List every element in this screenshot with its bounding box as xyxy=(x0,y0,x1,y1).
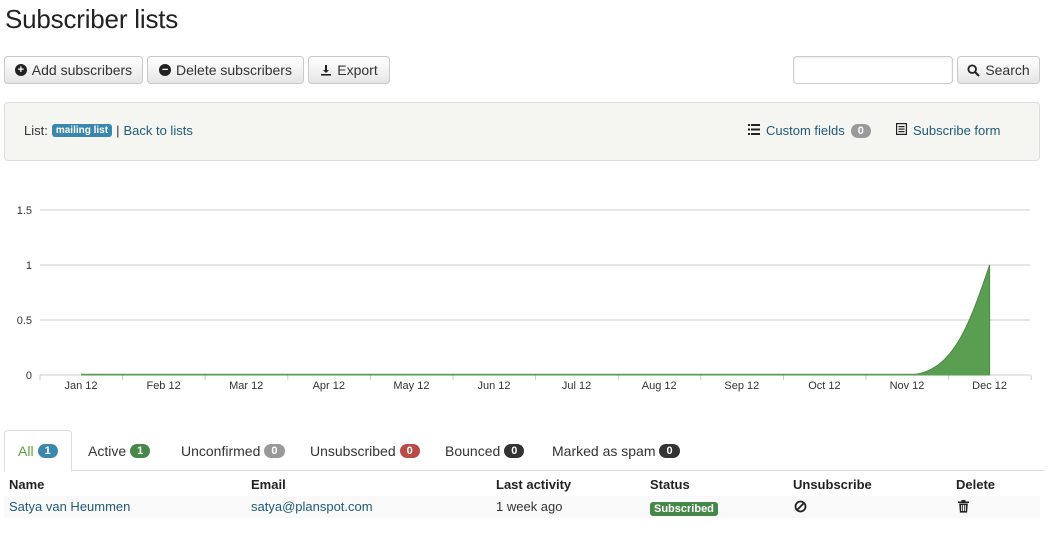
last-activity: 1 week ago xyxy=(496,499,563,514)
header-email: Email xyxy=(251,477,286,492)
tab-label: Bounced xyxy=(445,442,501,459)
tab-count-badge: 0 xyxy=(504,443,525,458)
x-tick-label: Jul 12 xyxy=(562,380,591,392)
header-last-activity: Last activity xyxy=(496,477,572,492)
y-tick-label: 1.5 xyxy=(17,205,32,217)
tab-unconfirmed[interactable]: Unconfirmed 0 xyxy=(168,430,298,471)
custom-fields-label: Custom fields xyxy=(766,123,845,138)
tab-unsubscribed[interactable]: Unsubscribed 0 xyxy=(297,430,433,471)
list-info-panel: List: mailing list | Back to lists Custo… xyxy=(4,102,1040,161)
download-icon xyxy=(320,64,332,76)
header-status: Status xyxy=(650,477,690,492)
x-tick-label: Oct 12 xyxy=(808,380,840,392)
header-delete: Delete xyxy=(956,477,996,492)
x-tick-label: Jun 12 xyxy=(477,380,510,392)
x-tick-label: Jan 12 xyxy=(64,380,97,392)
status-tabs: All 1 Active 1 Unconfirmed 0 Unsubscribed 0 Boun… xyxy=(4,430,1044,472)
header-name: Name xyxy=(9,477,45,492)
plus-circle-icon: + xyxy=(14,64,27,76)
subscriber-table: Name Email Last activity Status Unsubscr… xyxy=(4,474,1040,518)
tab-label: Active xyxy=(88,442,127,459)
tab-count-badge: 1 xyxy=(130,443,151,458)
page-title: Subscriber lists xyxy=(5,4,179,34)
x-tick-label: Nov 12 xyxy=(890,380,925,392)
custom-fields-count: 0 xyxy=(850,123,871,138)
table-row: Satya van Heummen satya@planspot.com 1 w… xyxy=(4,496,1040,518)
subscriber-name-link[interactable]: Satya van Heummen xyxy=(9,499,130,514)
status-badge: Subscribed xyxy=(650,500,718,516)
search-input[interactable] xyxy=(793,56,953,84)
tab-all[interactable]: All 1 xyxy=(4,430,72,472)
status-label: Subscribed xyxy=(650,502,718,516)
x-tick-label: Dec 12 xyxy=(972,380,1007,392)
table-header: Name Email Last activity Status Unsubscr… xyxy=(4,474,1040,496)
header-unsubscribe: Unsubscribe xyxy=(793,477,872,492)
subscribe-form-label: Subscribe form xyxy=(913,123,1001,138)
tab-active[interactable]: Active 1 xyxy=(75,430,163,471)
tab-label: Unconfirmed xyxy=(181,442,261,459)
search-label: Search xyxy=(985,62,1030,78)
add-subscribers-button[interactable]: + Add subscribers xyxy=(4,56,143,84)
tab-count-badge: 0 xyxy=(399,443,420,458)
x-tick-label: Mar 12 xyxy=(229,380,263,392)
add-subscribers-label: Add subscribers xyxy=(31,62,133,78)
y-tick-label: 0 xyxy=(26,370,32,382)
x-tick-label: Aug 12 xyxy=(642,380,677,392)
x-tick-label: Feb 12 xyxy=(146,380,180,392)
delete-subscribers-label: Delete subscribers xyxy=(176,62,292,78)
x-tick-label: May 12 xyxy=(393,380,429,392)
search-button[interactable]: Search xyxy=(957,56,1040,84)
tab-label: Unsubscribed xyxy=(310,442,396,459)
subscribe-form-link[interactable]: Subscribe form xyxy=(896,123,1000,138)
tab-bounced[interactable]: Bounced 0 xyxy=(432,430,537,471)
tab-marked-as-spam[interactable]: Marked as spam 0 xyxy=(539,430,693,471)
list-icon xyxy=(748,123,760,138)
trash-icon[interactable] xyxy=(958,500,969,516)
export-label: Export xyxy=(337,62,378,78)
tab-count-badge: 0 xyxy=(264,443,285,458)
x-tick-label: Apr 12 xyxy=(313,380,345,392)
tab-count-badge: 0 xyxy=(659,443,680,458)
delete-subscribers-button[interactable]: − Delete subscribers xyxy=(147,56,304,84)
list-name-label: mailing list xyxy=(51,124,113,137)
y-tick-label: 1 xyxy=(26,260,32,272)
form-icon xyxy=(896,123,908,138)
search-icon xyxy=(967,63,981,77)
back-to-lists-link[interactable]: Back to lists xyxy=(123,123,192,138)
minus-circle-icon: − xyxy=(159,64,172,76)
list-prefix: List: xyxy=(24,123,48,138)
y-tick-label: 0.5 xyxy=(17,315,32,327)
tab-label: Marked as spam xyxy=(552,442,656,459)
subscriber-chart: 0 0.5 1 1.5 Jan 12 Feb 12 Mar 12 Apr 12 May 12 Ju… xyxy=(17,205,1032,392)
ban-icon[interactable] xyxy=(794,500,807,516)
tab-count-badge: 1 xyxy=(37,444,58,458)
x-tick-label: Sep 12 xyxy=(724,380,759,392)
custom-fields-link[interactable]: Custom fields 0 xyxy=(748,123,871,138)
export-button[interactable]: Export xyxy=(308,56,390,84)
subscriber-email-link[interactable]: satya@planspot.com xyxy=(251,499,373,514)
tab-label: All xyxy=(18,443,34,459)
separator: | xyxy=(116,123,120,138)
